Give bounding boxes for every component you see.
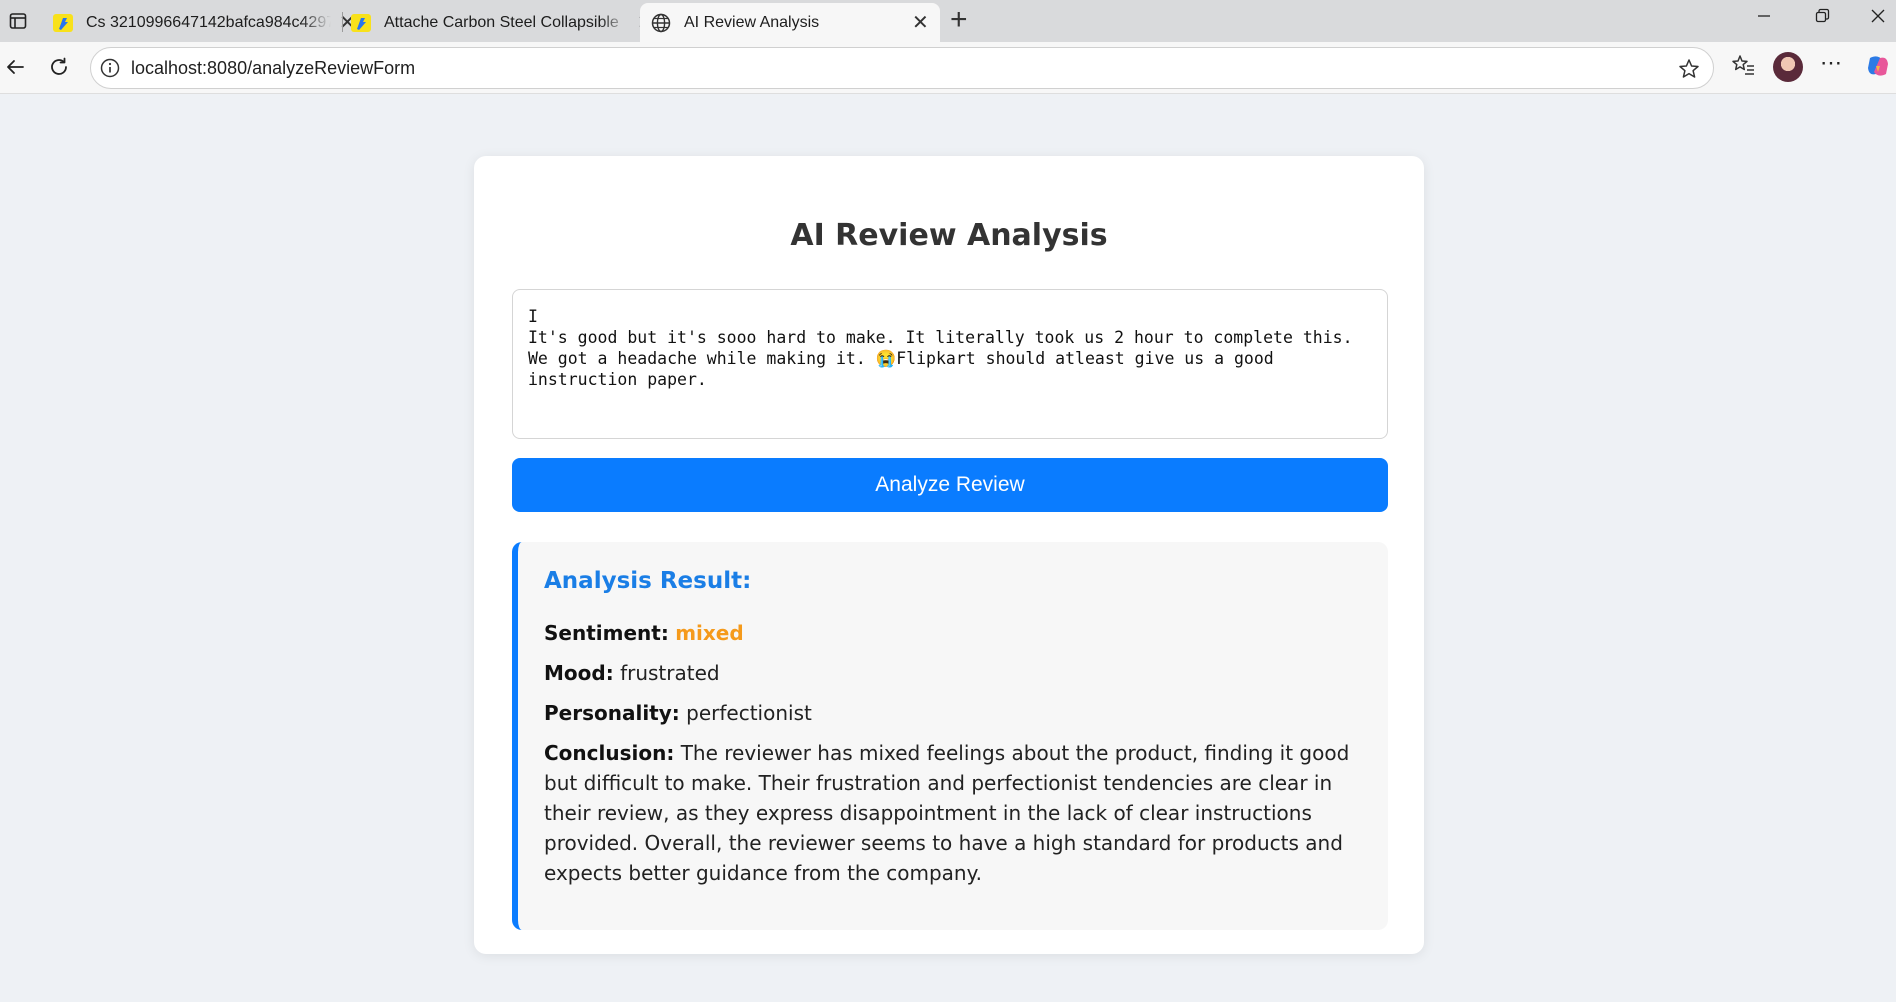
- review-textarea[interactable]: I It's good but it's sooo hard to make. …: [512, 289, 1388, 439]
- browser-toolbar: localhost:8080/analyzeReviewForm ⋯: [0, 42, 1896, 94]
- personality-label: Personality:: [544, 701, 680, 725]
- conclusion-row: Conclusion: The reviewer has mixed feeli…: [544, 738, 1362, 888]
- analysis-result-panel: Analysis Result: Sentiment: mixed Mood: …: [512, 542, 1388, 930]
- close-tab-icon[interactable]: ✕: [912, 10, 929, 35]
- flipkart-favicon-icon: [351, 13, 371, 32]
- address-bar[interactable]: localhost:8080/analyzeReviewForm: [90, 47, 1714, 89]
- browser-tab-2[interactable]: Attache Carbon Steel Collapsible ✕: [340, 3, 664, 42]
- globe-icon: [651, 13, 671, 32]
- personality-value: perfectionist: [686, 701, 812, 725]
- copilot-icon[interactable]: [1864, 52, 1892, 85]
- back-arrow-icon[interactable]: [0, 52, 30, 82]
- personality-row: Personality: perfectionist: [544, 698, 1362, 728]
- avatar: [1773, 52, 1803, 82]
- url-text[interactable]: localhost:8080/analyzeReviewForm: [131, 58, 415, 79]
- reload-icon[interactable]: [44, 52, 74, 82]
- favorite-star-icon[interactable]: [1677, 57, 1701, 81]
- site-info-icon[interactable]: [99, 57, 121, 79]
- restore-icon[interactable]: [1814, 8, 1830, 29]
- flipkart-favicon-icon: [53, 13, 73, 32]
- tab-actions-icon[interactable]: [4, 8, 32, 34]
- review-card: AI Review Analysis I It's good but it's …: [474, 156, 1424, 954]
- result-heading: Analysis Result:: [544, 568, 752, 594]
- page-title: AI Review Analysis: [790, 218, 1108, 253]
- tab-title: AI Review Analysis: [684, 13, 820, 31]
- mood-value: frustrated: [620, 661, 720, 685]
- favorites-icon[interactable]: [1730, 52, 1756, 83]
- browser-tab-1[interactable]: Cs 3210996647142bafca984c4297 ✕: [42, 3, 366, 42]
- close-window-icon[interactable]: [1870, 8, 1886, 29]
- browser-tab-active[interactable]: AI Review Analysis ✕: [640, 3, 940, 42]
- minimize-icon[interactable]: [1756, 8, 1772, 29]
- browser-tab-bar: Cs 3210996647142bafca984c4297 ✕ Attache …: [0, 0, 1896, 42]
- sentiment-row: Sentiment: mixed: [544, 618, 1362, 648]
- profile-avatar[interactable]: [1773, 52, 1803, 82]
- mood-label: Mood:: [544, 661, 614, 685]
- tab-title: Cs 3210996647142bafca984c4297: [86, 13, 331, 31]
- new-tab-icon[interactable]: +: [950, 5, 968, 35]
- analyze-review-button[interactable]: Analyze Review: [512, 458, 1388, 512]
- mood-row: Mood: frustrated: [544, 658, 1362, 688]
- sentiment-label: Sentiment:: [544, 621, 669, 645]
- more-options-icon[interactable]: ⋯: [1820, 50, 1842, 76]
- sentiment-value: mixed: [675, 621, 744, 645]
- tab-title: Attache Carbon Steel Collapsible: [384, 13, 619, 31]
- conclusion-label: Conclusion:: [544, 741, 675, 765]
